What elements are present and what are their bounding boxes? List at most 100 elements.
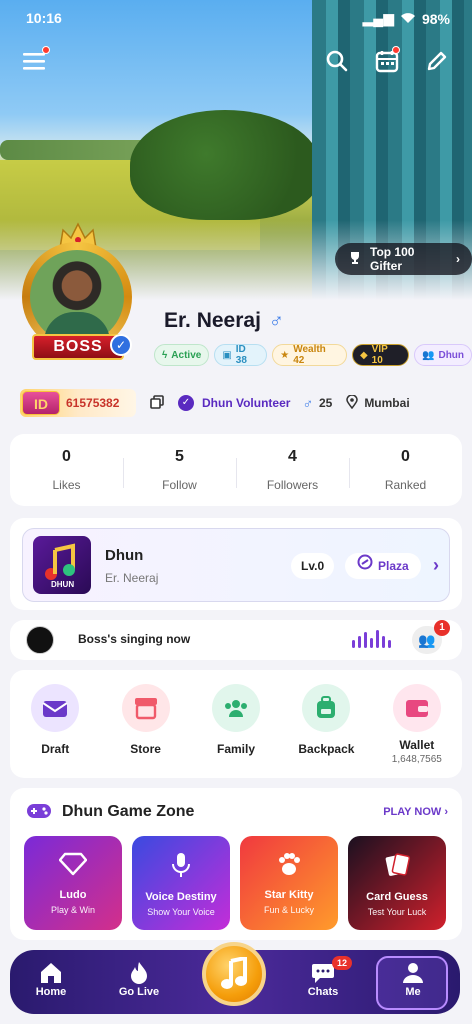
top-gifter-label: Top 100 Gifter [370,245,415,273]
chevron-right-icon[interactable]: › [433,555,439,576]
male-gender-icon: ♂ [302,395,313,411]
music-note-icon [221,957,247,989]
location-pin-icon [346,393,359,412]
store-button[interactable]: Store [100,670,190,778]
live-now-text: Boss's singing now [78,632,191,646]
store-icon [121,684,170,732]
room-thumbnail: DHUN [33,536,91,594]
live-now-bar[interactable]: Boss's singing now 👥 1 [10,620,462,660]
edit-profile-button[interactable] [422,46,452,76]
volunteer-check-icon: ✓ [178,395,194,411]
calendar-notification-dot [392,46,400,54]
room-level-pill[interactable]: Lv.0 [291,553,335,579]
vip-badge[interactable]: ◆ VIP 10 [351,344,410,366]
user-id: 61575382 [66,396,120,410]
nav-go-live[interactable]: Go Live [104,960,174,998]
room-thumb-text: DHUN [51,580,75,589]
menu-icon [23,53,45,70]
singer-avatar [26,626,54,654]
family-icon [212,684,261,732]
stat-followers[interactable]: 4 Followers [236,434,349,506]
calendar-button[interactable] [372,46,402,76]
backpack-icon [302,684,351,732]
verified-icon: ✓ [110,334,132,356]
id-tag: ID 61575382 [20,389,136,417]
profile-name: Er. Neeraj [164,309,261,332]
person-icon [378,960,448,986]
search-button[interactable] [322,46,352,76]
copy-icon[interactable] [150,395,166,411]
plaza-icon [357,553,373,579]
profile-info-row: ID 61575382 ✓ Dhun Volunteer ♂ 25 Mumbai [20,388,460,418]
game-card-ludo[interactable]: Ludo Play & Win [24,836,122,930]
volunteer-label: Dhun Volunteer [202,396,291,410]
status-time: 10:16 [26,10,62,26]
wallet-icon [392,684,441,732]
active-badge[interactable]: ϟ Active [154,344,210,366]
nav-me[interactable]: Me [378,960,448,998]
gamepad-icon [27,804,51,818]
microphone-icon [172,853,190,877]
paw-icon [279,853,300,875]
room-owner: Er. Neeraj [105,571,159,585]
chevron-right-icon: › [456,252,460,266]
star-icon: ★ [280,349,290,361]
stat-ranked[interactable]: 0 Ranked [349,434,462,506]
game-card-voice-destiny[interactable]: Voice Destiny Show Your Voice [132,836,230,930]
music-center-button[interactable] [202,942,266,1006]
id-card-icon: ▣ [222,349,232,361]
menu-button[interactable] [20,46,50,76]
stat-likes[interactable]: 0 Likes [10,434,123,506]
wealth-badge[interactable]: ★ Wealth 42 [272,344,347,366]
people-icon: 👥 [422,349,435,361]
wifi-icon [400,11,416,27]
chevron-right-icon: › [444,806,448,818]
age-value: 25 [318,396,333,410]
game-zone-title: Dhun Game Zone [62,803,195,820]
dhun-family-badge[interactable]: 👥 Dhun [414,344,472,366]
backpack-button[interactable]: Backpack [281,670,371,778]
envelope-icon [31,684,80,732]
flame-icon [104,960,174,986]
nav-home[interactable]: Home [16,960,86,998]
room-name: Dhun [105,547,144,564]
wallet-balance: 1,648,7565 [391,754,442,765]
signal-icon: ▂▄▆ [362,10,394,26]
diamond-icon: ◆ [359,349,368,361]
audio-wave-icon [352,630,391,648]
people-icon: 👥 [418,632,436,648]
battery-level: 98% [421,10,450,27]
game-card-star-kitty[interactable]: Star Kitty Fun & Lucky [240,836,338,930]
game-card-card-guess[interactable]: Card Guess Test Your Luck [348,836,446,930]
family-button[interactable]: Family [191,670,281,778]
cards-icon [385,853,411,876]
game-zone-card: Dhun Game Zone PLAY NOW › Ludo Play & Wi… [10,788,462,940]
diamond-icon [58,852,88,876]
trophy-icon [347,250,363,269]
avatar[interactable]: BOSS ✓ [4,222,152,374]
quick-actions: Draft Store Family Backpack Wallet 1,648… [10,670,462,778]
location-value: Mumbai [364,396,410,410]
profile-name-row: Er. Neeraj ♂ [164,309,284,333]
draft-button[interactable]: Draft [10,670,100,778]
menu-notification-dot [42,46,50,54]
id-level-badge[interactable]: ▣ ID 38 [214,344,268,366]
members-badge: 1 [434,620,450,636]
room-card: DHUN Dhun Er. Neeraj Lv.0 Plaza › [10,518,462,610]
status-bar: 10:16 ▂▄▆ 98% [0,0,472,36]
pencil-icon [427,51,447,71]
badge-row: ϟ Active ▣ ID 38 ★ Wealth 42 ◆ VIP 10 👥 Dhun [154,344,472,366]
search-icon [326,50,348,72]
id-logo: ID [22,391,60,415]
play-now-link[interactable]: PLAY NOW › [383,806,448,818]
wallet-button[interactable]: Wallet 1,648,7565 [372,670,462,778]
home-icon [16,960,86,986]
top-gifter-button[interactable]: Top 100 Gifter › [335,243,472,275]
male-gender-icon: ♂ [268,309,284,332]
lightning-icon: ϟ [162,349,168,361]
plaza-button[interactable]: Plaza [345,553,421,579]
stats-card: 0 Likes 5 Follow 4 Followers 0 Ranked [10,434,462,506]
stat-follow[interactable]: 5 Follow [123,434,236,506]
chats-badge: 12 [332,956,353,970]
room-entry[interactable]: DHUN Dhun Er. Neeraj Lv.0 Plaza › [22,528,450,602]
